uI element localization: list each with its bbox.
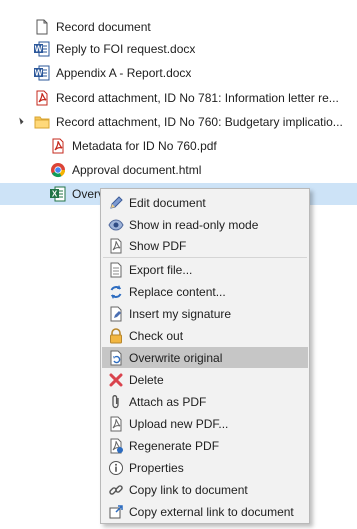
menu-separator [103, 257, 307, 258]
menu-item-label: Regenerate PDF [129, 438, 220, 453]
menu-item-label: Replace content... [129, 284, 226, 299]
svg-text:W: W [35, 45, 43, 54]
tree-item-metadata-pdf[interactable]: Metadata for ID No 760.pdf [0, 135, 357, 157]
menu-item-label: Check out [129, 328, 184, 343]
paperclip-icon [112, 394, 119, 408]
menu-item-export-file[interactable]: Export file... [102, 259, 308, 280]
menu-item-copy-link[interactable]: Copy link to document [102, 479, 308, 500]
menu-item-overwrite-original[interactable]: Overwrite original [102, 347, 308, 368]
menu-item-label: Show in read-only mode [129, 217, 259, 232]
delete-icon [109, 373, 123, 386]
menu-item-label: Edit document [129, 195, 206, 210]
menu-item-regenerate-pdf[interactable]: Regenerate PDF [102, 435, 308, 456]
svg-text:W: W [35, 69, 43, 78]
svg-text:X: X [52, 190, 58, 199]
pencil-icon [110, 195, 123, 209]
tree-item-label: Record attachment, ID No 760: Budgetary … [56, 115, 343, 129]
menu-item-insert-signature[interactable]: Insert my signature [102, 303, 308, 324]
tree-item-label: Appendix A - Report.docx [56, 66, 192, 80]
tree-item-reply-docx[interactable]: W Reply to FOI request.docx [0, 38, 357, 60]
tree-item-label: Reply to FOI request.docx [56, 42, 196, 56]
external-link-icon [109, 504, 123, 518]
menu-item-label: Attach as PDF [129, 394, 207, 409]
tree-item-label: Approval document.html [72, 163, 202, 177]
tree-item-label: Record document [56, 20, 151, 34]
tree-item-approval-html[interactable]: Approval document.html [0, 159, 357, 181]
menu-item-attach-as-pdf[interactable]: Attach as PDF [102, 391, 308, 412]
context-menu: Edit document Show in read-only mode Sho… [100, 188, 310, 524]
pdf-icon [52, 138, 64, 154]
excel-icon: X [50, 186, 66, 202]
menu-item-check-out[interactable]: Check out [102, 325, 308, 346]
menu-item-replace-content[interactable]: Replace content... [102, 281, 308, 302]
chrome-icon [51, 163, 66, 178]
word-icon: W [34, 65, 50, 81]
tree-item-appendix-docx[interactable]: W Appendix A - Report.docx [0, 62, 357, 84]
folder-icon [34, 116, 50, 129]
regenerate-pdf-icon [110, 438, 123, 453]
export-icon [110, 262, 122, 277]
info-icon [109, 460, 123, 475]
tree-item-attachment-781[interactable]: Record attachment, ID No 781: Informatio… [0, 87, 357, 109]
menu-item-show-pdf[interactable]: Show PDF [102, 235, 308, 256]
menu-item-label: Show PDF [129, 238, 187, 253]
pdf-icon [36, 90, 48, 106]
menu-item-edit-document[interactable]: Edit document [102, 192, 308, 213]
menu-item-show-read-only[interactable]: Show in read-only mode [102, 214, 308, 235]
tree-item-attachment-760[interactable]: Record attachment, ID No 760: Budgetary … [0, 111, 357, 133]
menu-item-delete[interactable]: Delete [102, 369, 308, 390]
tree-item-label: Record attachment, ID No 781: Informatio… [56, 91, 339, 105]
replace-icon [110, 284, 122, 299]
menu-item-properties[interactable]: Properties [102, 457, 308, 478]
overwrite-icon [110, 350, 122, 365]
upload-pdf-icon [110, 416, 122, 431]
collapse-arrow-icon[interactable] [16, 117, 24, 125]
menu-item-label: Copy link to document [129, 482, 248, 497]
menu-item-label: Delete [129, 372, 164, 387]
menu-item-label: Properties [129, 460, 184, 475]
menu-item-copy-external-link[interactable]: Copy external link to document [102, 501, 308, 522]
menu-item-upload-new-pdf[interactable]: Upload new PDF... [102, 413, 308, 434]
menu-item-label: Overwrite original [129, 350, 223, 365]
link-icon [109, 484, 123, 495]
tree-item-record-document[interactable]: Record document [0, 16, 357, 38]
pdf-page-icon [110, 238, 122, 253]
document-icon [36, 19, 48, 35]
word-icon: W [34, 41, 50, 57]
lock-icon [110, 327, 122, 343]
signature-icon [110, 306, 122, 321]
menu-item-label: Copy external link to document [129, 504, 294, 519]
menu-item-label: Insert my signature [129, 306, 232, 321]
tree-item-label: Metadata for ID No 760.pdf [72, 139, 217, 153]
menu-item-label: Upload new PDF... [129, 416, 229, 431]
menu-item-label: Export file... [129, 262, 193, 277]
eye-icon [108, 218, 124, 231]
